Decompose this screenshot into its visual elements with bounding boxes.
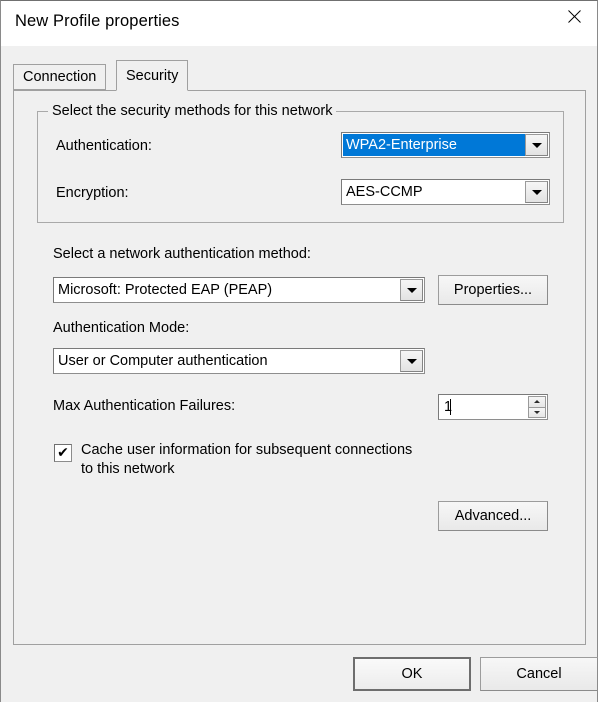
- cache-user-info-label-line2: to this network: [81, 461, 175, 477]
- chevron-down-icon[interactable]: [400, 350, 423, 372]
- authentication-mode-value: User or Computer authentication: [58, 353, 268, 369]
- cache-user-info-label-line1: Cache user information for subsequent co…: [81, 442, 413, 458]
- cancel-button[interactable]: Cancel: [480, 657, 598, 691]
- dialog-title: New Profile properties: [15, 12, 180, 30]
- properties-button[interactable]: Properties...: [438, 275, 548, 305]
- security-methods-legend: Select the security methods for this net…: [48, 103, 337, 119]
- dialog-window: New Profile properties Connection Securi…: [0, 0, 598, 702]
- encryption-combobox[interactable]: AES-CCMP: [341, 179, 550, 205]
- advanced-button[interactable]: Advanced...: [438, 501, 548, 531]
- checkmark-icon: ✔: [57, 445, 69, 461]
- stepper-down-icon[interactable]: [528, 407, 546, 418]
- chevron-down-icon[interactable]: [525, 181, 548, 203]
- ok-button-label: OK: [401, 666, 423, 682]
- eap-method-label: Select a network authentication method:: [53, 246, 311, 262]
- max-auth-failures-value[interactable]: 1: [439, 395, 528, 419]
- advanced-button-label: Advanced...: [454, 508, 532, 524]
- max-auth-failures-label: Max Authentication Failures:: [53, 398, 236, 414]
- authentication-mode-label: Authentication Mode:: [53, 320, 190, 336]
- tab-security-label: Security: [126, 67, 179, 84]
- authentication-combobox[interactable]: WPA2-Enterprise: [341, 132, 550, 158]
- text-caret: [450, 399, 451, 415]
- stepper-up-icon[interactable]: [528, 396, 546, 408]
- max-auth-failures-stepper[interactable]: 1: [438, 394, 548, 420]
- tab-security[interactable]: Security: [116, 60, 189, 91]
- eap-method-value: Microsoft: Protected EAP (PEAP): [58, 282, 273, 298]
- cancel-button-label: Cancel: [516, 666, 562, 682]
- cache-user-info-checkbox[interactable]: ✔: [54, 444, 72, 462]
- security-methods-group: Select the security methods for this net…: [37, 103, 564, 223]
- tab-connection-label: Connection: [23, 69, 97, 85]
- chevron-down-icon[interactable]: [525, 134, 548, 156]
- tab-connection[interactable]: Connection: [13, 64, 107, 90]
- stepper-buttons[interactable]: [528, 396, 546, 418]
- authentication-mode-combobox[interactable]: User or Computer authentication: [53, 348, 425, 374]
- encryption-label: Encryption:: [56, 185, 129, 201]
- title-bar: New Profile properties: [1, 1, 597, 46]
- ok-button[interactable]: OK: [353, 657, 471, 691]
- close-icon[interactable]: [551, 1, 597, 31]
- chevron-down-icon[interactable]: [400, 279, 423, 301]
- authentication-value: WPA2-Enterprise: [343, 134, 525, 156]
- eap-method-combobox[interactable]: Microsoft: Protected EAP (PEAP): [53, 277, 425, 303]
- authentication-label: Authentication:: [56, 138, 152, 154]
- security-tab-panel: Select the security methods for this net…: [13, 90, 586, 645]
- properties-button-label: Properties...: [453, 282, 533, 298]
- encryption-value: AES-CCMP: [346, 184, 423, 200]
- tab-strip: Connection Security: [13, 60, 587, 91]
- dialog-button-bar: OK Cancel: [1, 646, 598, 702]
